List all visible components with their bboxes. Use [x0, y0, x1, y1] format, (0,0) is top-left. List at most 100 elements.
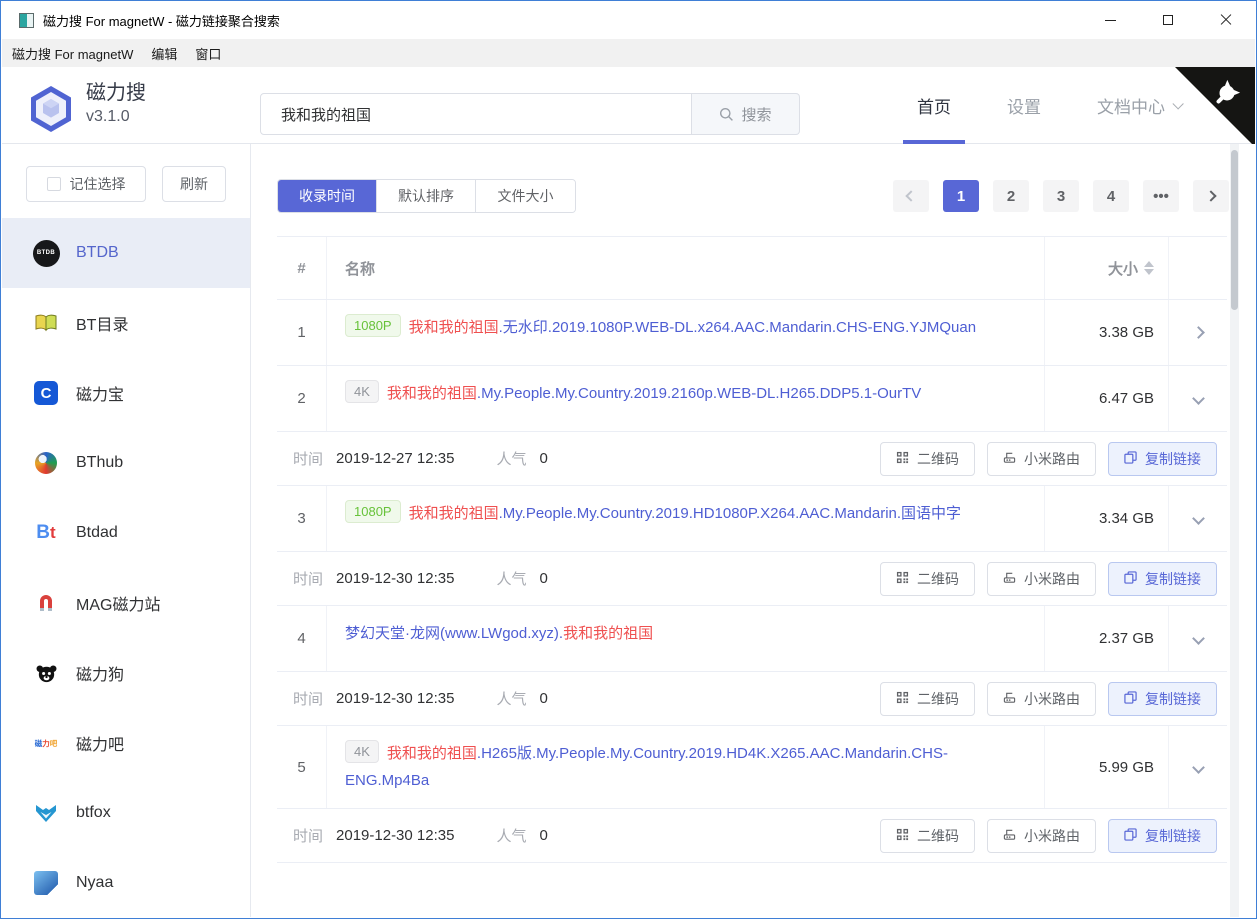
sidebar-item-cilibao[interactable]: C磁力宝 — [2, 358, 250, 428]
qrcode-button[interactable]: 二维码 — [880, 682, 975, 716]
detail-button-group: 二维码 小米路由 复制链接 — [880, 682, 1217, 716]
expand-toggle[interactable] — [1169, 726, 1227, 808]
copy-link-button[interactable]: 复制链接 — [1108, 682, 1217, 716]
sidebar-item-ciligou[interactable]: 磁力狗 — [2, 638, 250, 708]
nav-item-docs[interactable]: 文档中心 — [1097, 67, 1180, 144]
page-button-4[interactable]: 4 — [1093, 180, 1129, 212]
menu-item-0[interactable]: 磁力搜 For magnetW — [2, 39, 142, 67]
sidebar-item-btfox[interactable]: btfox — [2, 778, 250, 848]
detail-button-group: 二维码 小米路由复制链接 — [880, 819, 1217, 853]
router-icon — [1003, 451, 1016, 467]
sidebar-item-ciliba[interactable]: 磁力吧磁力吧 — [2, 708, 250, 778]
remember-selection-button[interactable]: 记住选择 — [26, 166, 146, 202]
sidebar-item-label: 磁力狗 — [76, 661, 124, 685]
qrcode-button[interactable]: 二维码 — [880, 562, 975, 596]
prev-page-button[interactable] — [893, 180, 929, 212]
sort-asc-icon — [1144, 261, 1154, 267]
page-button-more[interactable]: ••• — [1143, 180, 1179, 212]
row-size: 6.47 GB — [1045, 366, 1169, 431]
search-button[interactable]: 搜索 — [692, 93, 800, 135]
chevron-down-icon — [1192, 632, 1205, 645]
row-size: 3.38 GB — [1045, 300, 1169, 365]
qrcode-button-label: 二维码 — [917, 689, 959, 709]
xiaomi-router-button[interactable]: 小米路由 — [987, 682, 1096, 716]
popularity-label: 人气 — [496, 448, 526, 469]
quality-badge: 1080P — [345, 500, 401, 523]
result-row[interactable]: 24K我和我的祖国.My.People.My.Country.2019.2160… — [277, 366, 1227, 432]
keyword-highlight: 我和我的祖国 — [387, 385, 477, 402]
popularity-label: 人气 — [496, 688, 526, 709]
close-button[interactable] — [1197, 1, 1255, 39]
copy-link-button[interactable]: 复制链接 — [1108, 562, 1217, 596]
sidebar-item-nyaa[interactable]: Nyaa — [2, 848, 250, 918]
sidebar-item-bthub[interactable]: BThub — [2, 428, 250, 498]
sidebar-item-btdb[interactable]: BTDBBTDB — [2, 218, 250, 288]
sort-carets-icon[interactable] — [1144, 261, 1154, 275]
copy-icon — [1124, 691, 1137, 707]
magnet-icon — [32, 589, 60, 617]
chevron-down-icon — [1192, 392, 1205, 405]
time-label: 时间 — [293, 688, 323, 709]
result-row[interactable]: 11080P我和我的祖国.无水印.2019.1080P.WEB-DL.x264.… — [277, 300, 1227, 366]
remember-checkbox[interactable] — [47, 177, 61, 191]
ciliba-text-icon: 磁力吧 — [32, 729, 60, 757]
qrcode-button[interactable]: 二维码 — [880, 819, 975, 853]
keyword-highlight: 我和我的祖国 — [387, 745, 477, 762]
minimize-button[interactable] — [1081, 1, 1139, 39]
sidebar-item-mag[interactable]: MAG磁力站 — [2, 568, 250, 638]
menu-item-2[interactable]: 窗口 — [186, 39, 230, 67]
result-row[interactable]: 54K我和我的祖国.H265版.My.People.My.Country.201… — [277, 726, 1227, 809]
remember-label: 记住选择 — [70, 174, 126, 194]
xiaomi-router-button[interactable]: 小米路由 — [987, 442, 1096, 476]
scrollbar-track — [1230, 144, 1239, 917]
result-row[interactable]: 4梦幻天堂·龙网(www.LWgod.xyz).我和我的祖国2.37 GB — [277, 606, 1227, 672]
maximize-button[interactable] — [1139, 1, 1197, 39]
name-text: 梦幻天堂·龙网(www.LWgod.xyz). — [345, 625, 563, 642]
search-input[interactable] — [260, 93, 692, 135]
sort-tab-default[interactable]: 默认排序 — [377, 180, 476, 212]
book-icon — [32, 309, 60, 337]
qrcode-button-label: 二维码 — [917, 826, 959, 846]
qrcode-button[interactable]: 二维码 — [880, 442, 975, 476]
chevron-right-icon — [1192, 326, 1205, 339]
nav-item-settings[interactable]: 设置 — [1007, 67, 1041, 144]
name-text: .无水印.2019.1080P.WEB-DL.x264.AAC.Mandarin… — [499, 319, 976, 336]
copy-icon — [1124, 451, 1137, 467]
sidebar-item-label: btfox — [76, 804, 111, 822]
expand-toggle[interactable] — [1169, 366, 1227, 431]
btdb-icon: BTDB — [32, 239, 60, 267]
expand-toggle[interactable] — [1169, 606, 1227, 671]
popularity-label: 人气 — [496, 568, 526, 589]
page-button-3[interactable]: 3 — [1043, 180, 1079, 212]
xiaomi-router-button-label: 小米路由 — [1024, 569, 1080, 589]
github-corner-link[interactable] — [1175, 67, 1255, 147]
xiaomi-router-button[interactable]: 小米路由 — [987, 562, 1096, 596]
scrollbar-thumb[interactable] — [1231, 150, 1238, 310]
search-icon — [719, 107, 734, 122]
refresh-label: 刷新 — [180, 174, 208, 194]
detail-button-group: 二维码 小米路由复制链接 — [880, 442, 1217, 476]
sidebar-item-btdad[interactable]: BtBtdad — [2, 498, 250, 568]
menu-item-1[interactable]: 编辑 — [142, 39, 186, 67]
sort-tab-size[interactable]: 文件大小 — [476, 180, 575, 212]
nav-item-home[interactable]: 首页 — [917, 67, 951, 144]
copy-link-button[interactable]: 复制链接 — [1108, 819, 1217, 853]
refresh-button[interactable]: 刷新 — [162, 166, 226, 202]
time-label: 时间 — [293, 825, 323, 846]
expand-toggle[interactable] — [1169, 300, 1227, 365]
xiaomi-router-button[interactable]: 小米路由 — [987, 819, 1096, 853]
page-button-2[interactable]: 2 — [993, 180, 1029, 212]
column-header-size[interactable]: 大小 — [1045, 237, 1169, 299]
xiaomi-router-button-label: 小米路由 — [1024, 689, 1080, 709]
sidebar-item-label: BThub — [76, 454, 123, 472]
chevron-right-icon — [1205, 190, 1216, 201]
fox-icon — [32, 799, 60, 827]
next-page-button[interactable] — [1193, 180, 1229, 212]
expand-toggle[interactable] — [1169, 486, 1227, 551]
sidebar-item-btmulu[interactable]: BT目录 — [2, 288, 250, 358]
qrcode-button-label: 二维码 — [917, 449, 959, 469]
result-row[interactable]: 31080P我和我的祖国.My.People.My.Country.2019.H… — [277, 486, 1227, 552]
sort-tab-time[interactable]: 收录时间 — [278, 180, 377, 212]
copy-link-button[interactable]: 复制链接 — [1108, 442, 1217, 476]
page-button-1[interactable]: 1 — [943, 180, 979, 212]
